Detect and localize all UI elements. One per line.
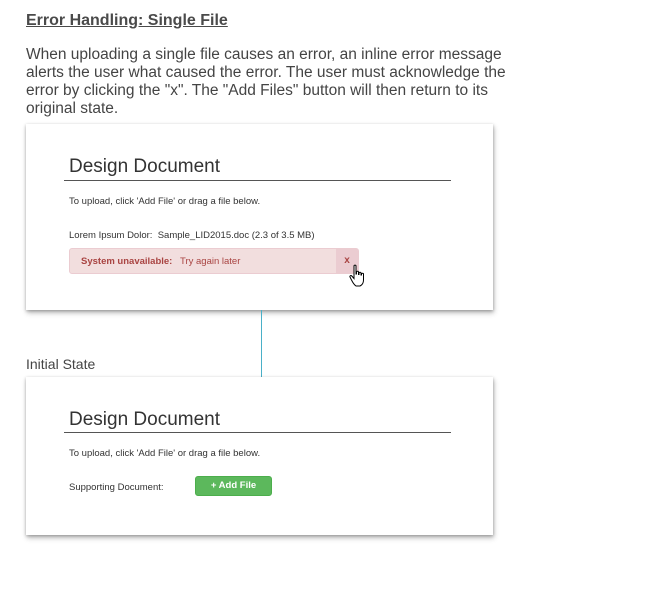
hand-pointer-icon (349, 264, 364, 287)
section-heading: Error Handling: Single File (26, 12, 228, 29)
upload-instruction: To upload, click 'Add File' or drag a fi… (69, 448, 261, 459)
error-message: Try again later (180, 256, 241, 267)
add-file-button[interactable]: + Add File (195, 476, 272, 496)
file-name: Sample_LID2015.doc (2.3 of 3.5 MB) (157, 230, 315, 241)
flow-connector-line (261, 310, 262, 377)
initial-state-card: Design Document To upload, click 'Add Fi… (26, 377, 493, 535)
supporting-document-label: Supporting Document: (69, 482, 164, 493)
file-info: Lorem Ipsum Dolor: Sample_LID2015.doc (2… (69, 230, 315, 241)
error-label: System unavailable: (81, 256, 173, 267)
title-divider (64, 432, 451, 433)
state-label: Initial State (26, 356, 96, 372)
page: Error Handling: Single File When uploadi… (0, 0, 670, 596)
error-state-card: Design Document To upload, click 'Add Fi… (26, 124, 493, 310)
card-title: Design Document (69, 156, 221, 177)
card-title: Design Document (69, 409, 221, 430)
upload-instruction: To upload, click 'Add File' or drag a fi… (69, 196, 261, 207)
title-divider (64, 180, 451, 181)
error-alert: System unavailable: Try again later x (69, 248, 359, 274)
file-label: Lorem Ipsum Dolor: (69, 230, 153, 241)
intro-paragraph: When uploading a single file causes an e… (26, 46, 506, 117)
